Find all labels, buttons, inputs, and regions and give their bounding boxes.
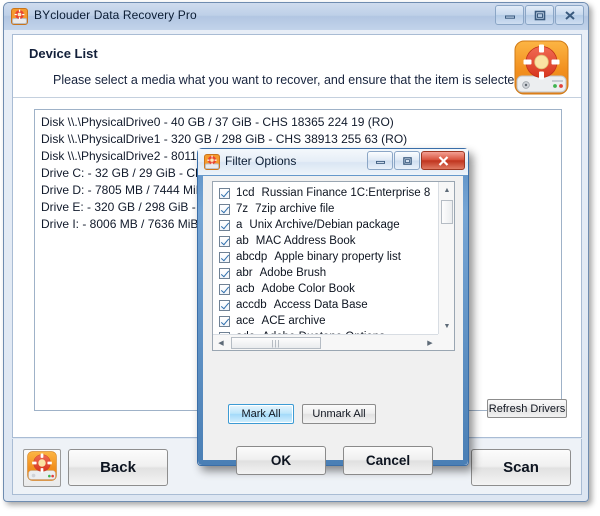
filter-checkbox[interactable] <box>219 299 230 311</box>
filter-rows: 1cd Russian Finance 1C:Enterprise 8 7z 7… <box>213 182 438 334</box>
filter-description: Apple binary property list <box>274 251 401 263</box>
filter-list-item[interactable]: a Unix Archive/Debian package <box>213 217 438 233</box>
page-subtitle: Please select a media what you want to r… <box>53 73 525 87</box>
filter-list-item[interactable]: accdb Access Data Base <box>213 297 438 313</box>
filter-checkbox[interactable] <box>219 187 230 199</box>
filter-checkbox[interactable] <box>219 315 230 327</box>
filter-description: Access Data Base <box>273 299 368 311</box>
filter-extension: abcdp <box>236 251 268 263</box>
scroll-right-arrow-icon[interactable]: ▶ <box>422 335 438 351</box>
filter-extension: a <box>236 219 243 231</box>
filter-checkbox[interactable] <box>219 219 230 231</box>
filter-description: Adobe Brush <box>259 267 327 279</box>
vertical-scroll-thumb[interactable] <box>441 200 453 224</box>
dialog-window-controls <box>366 151 465 170</box>
filter-extension: abr <box>236 267 253 279</box>
main-window-controls <box>494 5 584 25</box>
ok-button[interactable]: OK <box>236 446 326 475</box>
scroll-down-arrow-icon[interactable]: ▼ <box>439 318 455 334</box>
back-button[interactable]: Back <box>68 449 168 486</box>
dialog-body: 1cd Russian Finance 1C:Enterprise 8 7z 7… <box>203 176 463 475</box>
cancel-button[interactable]: Cancel <box>343 446 433 475</box>
filter-extension: ab <box>236 235 249 247</box>
dialog-titlebar[interactable]: Filter Options <box>198 149 468 175</box>
lifebuoy-logo-button[interactable] <box>23 449 61 487</box>
filter-extension: 1cd <box>236 187 255 199</box>
filter-description: Russian Finance 1C:Enterprise 8 <box>261 187 431 199</box>
unmark-all-button[interactable]: Unmark All <box>302 404 376 424</box>
filter-checkbox[interactable] <box>219 267 230 279</box>
filter-description: MAC Address Book <box>255 235 356 247</box>
filter-extension: 7z <box>236 203 249 215</box>
app-lifebuoy-icon <box>11 8 28 25</box>
filter-list-vertical-scrollbar[interactable]: ▲ ▼ <box>438 182 454 334</box>
page-title: Device List <box>29 46 98 61</box>
device-list-item[interactable]: Disk \\.\PhysicalDrive0 - 40 GB / 37 GiB… <box>35 114 561 131</box>
filter-list-item[interactable]: ace ACE archive <box>213 313 438 329</box>
filter-list-item[interactable]: 1cd Russian Finance 1C:Enterprise 8 <box>213 185 438 201</box>
app-title: BYclouder Data Recovery Pro <box>34 8 197 22</box>
main-titlebar[interactable]: BYclouder Data Recovery Pro <box>4 3 588 30</box>
filter-checkbox[interactable] <box>219 235 230 247</box>
maximize-icon[interactable] <box>525 5 554 25</box>
scrollbar-corner <box>438 334 454 350</box>
filter-list-item[interactable]: 7z 7zip archive file <box>213 201 438 217</box>
close-icon[interactable] <box>555 5 584 25</box>
lifebuoy-device-logo <box>514 40 569 95</box>
filter-list-item[interactable]: abcdp Apple binary property list <box>213 249 438 265</box>
filter-checkbox[interactable] <box>219 203 230 215</box>
filter-options-dialog: Filter Options 1cd Russian Finance 1C:En… <box>197 148 469 475</box>
filter-description: Unix Archive/Debian package <box>249 219 400 231</box>
panel-divider <box>13 97 581 98</box>
scan-button[interactable]: Scan <box>471 449 571 486</box>
filter-list-item[interactable]: acb Adobe Color Book <box>213 281 438 297</box>
filter-list-item[interactable]: ab MAC Address Book <box>213 233 438 249</box>
filter-extension: accdb <box>236 299 267 311</box>
app-lifebuoy-icon <box>204 154 220 170</box>
device-list-item[interactable]: Disk \\.\PhysicalDrive1 - 320 GB / 298 G… <box>35 131 561 148</box>
filter-extension: acb <box>236 283 255 295</box>
refresh-drivers-button[interactable]: Refresh Drivers <box>487 399 567 418</box>
filter-description: Adobe Color Book <box>261 283 355 295</box>
scroll-left-arrow-icon[interactable]: ◀ <box>213 335 229 351</box>
minimize-icon[interactable] <box>495 5 524 25</box>
filter-listbox[interactable]: 1cd Russian Finance 1C:Enterprise 8 7z 7… <box>212 181 455 351</box>
filter-checkbox[interactable] <box>219 283 230 295</box>
lifebuoy-device-logo <box>27 450 57 486</box>
scroll-up-arrow-icon[interactable]: ▲ <box>439 182 455 198</box>
filter-list-item[interactable]: abr Adobe Brush <box>213 265 438 281</box>
filter-extension: ace <box>236 315 255 327</box>
filter-list-horizontal-scrollbar[interactable]: ◀ ||| ▶ <box>213 334 438 350</box>
filter-description: 7zip archive file <box>255 203 335 215</box>
horizontal-scroll-thumb[interactable]: ||| <box>231 337 321 349</box>
maximize-icon[interactable] <box>394 151 420 170</box>
close-icon[interactable] <box>421 151 465 170</box>
dialog-title: Filter Options <box>225 154 297 168</box>
minimize-icon[interactable] <box>367 151 393 170</box>
filter-description: ACE archive <box>261 315 326 327</box>
mark-all-button[interactable]: Mark All <box>228 404 294 424</box>
filter-checkbox[interactable] <box>219 251 230 263</box>
